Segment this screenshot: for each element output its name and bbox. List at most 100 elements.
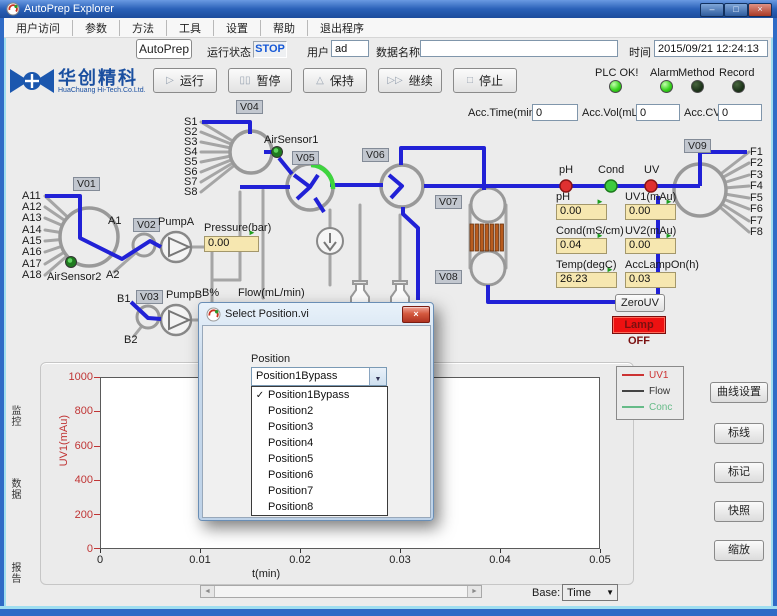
menu-parameters[interactable]: 参数 xyxy=(73,20,120,36)
side-label-3: 报告 xyxy=(7,562,22,584)
pause-button[interactable]: ▯▯ 暂停 xyxy=(228,68,292,93)
cond-sensor-dot xyxy=(605,180,617,192)
option-position4[interactable]: Position4 xyxy=(252,435,387,451)
position-combobox[interactable]: Position1Bypass ▼ xyxy=(251,367,387,386)
zoom-button[interactable]: 缩放 xyxy=(714,540,764,561)
valve-v06-label[interactable]: V06 xyxy=(362,148,389,162)
minimize-button[interactable]: – xyxy=(700,3,724,17)
dialog-vi-icon xyxy=(206,307,221,322)
method-label: Method xyxy=(678,67,715,79)
valve-v01-label[interactable]: V01 xyxy=(73,177,100,191)
pump-b-body[interactable] xyxy=(161,305,191,335)
uv1-flag-icon: ► xyxy=(665,198,673,206)
option-position2[interactable]: Position2 xyxy=(252,403,387,419)
cond-flag-icon: ► xyxy=(596,232,604,240)
valve-v07-body[interactable] xyxy=(471,188,505,222)
menu-user-access[interactable]: 用户访问 xyxy=(4,20,73,36)
alarm-led xyxy=(660,80,673,93)
valve-v09-label[interactable]: V09 xyxy=(684,139,711,153)
snapshot-button[interactable]: 快照 xyxy=(714,501,764,522)
autoprep-button[interactable]: AutoPrep xyxy=(136,39,192,59)
line-b1-label: B1 xyxy=(117,293,130,305)
menu-exit[interactable]: 退出程序 xyxy=(308,20,376,36)
curve-settings-button[interactable]: 曲线设置 xyxy=(710,382,768,403)
app-icon xyxy=(6,2,20,16)
air-sensor1-label: AirSensor1 xyxy=(264,134,318,146)
air-sensor2-label: AirSensor2 xyxy=(47,271,101,283)
chart-h-scrollbar[interactable]: ◄ ► xyxy=(200,585,482,598)
base-select[interactable]: Time ▼ xyxy=(562,584,618,601)
valve-v05-label[interactable]: V05 xyxy=(292,151,319,165)
valve-v03-label[interactable]: V03 xyxy=(136,290,163,304)
option-position1bypass[interactable]: ✓ Position1Bypass xyxy=(252,387,387,403)
legend-item-uv1: UV1 xyxy=(617,367,683,383)
alarm-label: Alarm xyxy=(650,67,679,79)
valve-v07-label[interactable]: V07 xyxy=(435,195,462,209)
base-select-arrow-icon: ▼ xyxy=(606,588,614,597)
combo-arrow-icon: ▼ xyxy=(375,376,382,383)
uv-sensor-label: UV xyxy=(644,164,659,176)
scroll-left-icon[interactable]: ◄ xyxy=(201,586,215,597)
menu-settings[interactable]: 设置 xyxy=(214,20,261,36)
x-tick-002: 0.02 xyxy=(280,554,320,566)
base-select-value: Time xyxy=(567,587,591,599)
zero-uv-button[interactable]: ZeroUV xyxy=(615,294,665,312)
data-name-input[interactable] xyxy=(420,40,618,57)
mark-button[interactable]: 标记 xyxy=(714,462,764,483)
resume-button[interactable]: ▷▷ 继续 xyxy=(378,68,442,93)
option-position3[interactable]: Position3 xyxy=(252,419,387,435)
run-button[interactable]: ▷ 运行 xyxy=(153,68,217,93)
scroll-right-icon[interactable]: ► xyxy=(467,586,481,597)
run-state-value: STOP xyxy=(253,41,287,58)
legend-item-flow: Flow xyxy=(617,383,683,399)
valve-v08-body[interactable] xyxy=(471,251,505,285)
acclamp-readout-value: 0.03 xyxy=(625,272,676,288)
x-tick-004: 0.04 xyxy=(480,554,520,566)
x-tick-003: 0.03 xyxy=(380,554,420,566)
dialog-close-icon[interactable]: × xyxy=(402,306,430,323)
position-field-label: Position xyxy=(251,353,290,365)
valve-v04-label[interactable]: V04 xyxy=(236,100,263,114)
stop-icon: □ xyxy=(467,75,473,86)
close-button[interactable]: × xyxy=(748,3,772,17)
user-label: 用户 xyxy=(307,44,329,60)
base-label: Base: xyxy=(532,587,560,599)
port-a16: A16 xyxy=(22,246,42,258)
option-position7[interactable]: Position7 xyxy=(252,483,387,499)
time-input[interactable] xyxy=(654,40,768,57)
combo-dropdown-button[interactable]: ▼ xyxy=(369,368,386,385)
injector-body[interactable] xyxy=(317,228,343,254)
time-label: 时间 xyxy=(629,44,651,60)
maximize-button[interactable]: □ xyxy=(724,3,748,17)
check-icon: ✓ xyxy=(252,390,268,401)
hold-button[interactable]: △ 保持 xyxy=(303,68,367,93)
temp-flag-icon: ► xyxy=(606,266,614,274)
cond-readout-label: Cond(mS/cm) xyxy=(556,225,624,237)
position-options-list: ✓ Position1Bypass Position2 Position3 Po… xyxy=(251,386,388,516)
menu-help[interactable]: 帮助 xyxy=(261,20,308,36)
menu-bar: 用户访问 参数 方法 工具 设置 帮助 退出程序 xyxy=(4,18,773,38)
marker-line-button[interactable]: 标线 xyxy=(714,423,764,444)
menu-tools[interactable]: 工具 xyxy=(167,20,214,36)
line-a2-label: A2 xyxy=(106,269,119,281)
option-position5[interactable]: Position5 xyxy=(252,451,387,467)
option-position6[interactable]: Position6 xyxy=(252,467,387,483)
stop-button[interactable]: □ 停止 xyxy=(453,68,517,93)
y-tick-1000: 1000 xyxy=(55,371,93,383)
legend-uv1-label: UV1 xyxy=(649,370,668,381)
valve-v08-label[interactable]: V08 xyxy=(435,270,462,284)
acclamp-readout-label: AccLampOn(h) xyxy=(625,259,699,271)
lamp-off-button[interactable]: Lamp OFF xyxy=(612,316,666,334)
option-position8[interactable]: Position8 xyxy=(252,499,387,515)
user-input[interactable] xyxy=(331,40,369,57)
stop-label: 停止 xyxy=(479,72,503,89)
valve-v02-label[interactable]: V02 xyxy=(133,218,160,232)
menu-method[interactable]: 方法 xyxy=(120,20,167,36)
window-title: AutoPrep Explorer xyxy=(24,3,114,15)
resume-label: 继续 xyxy=(409,72,433,89)
uv1-readout-value: 0.00 xyxy=(625,204,676,220)
hold-icon: △ xyxy=(316,75,324,86)
legend-item-conc: Conc xyxy=(617,399,683,415)
record-label: Record xyxy=(719,67,754,79)
pump-a-body[interactable] xyxy=(161,232,191,262)
